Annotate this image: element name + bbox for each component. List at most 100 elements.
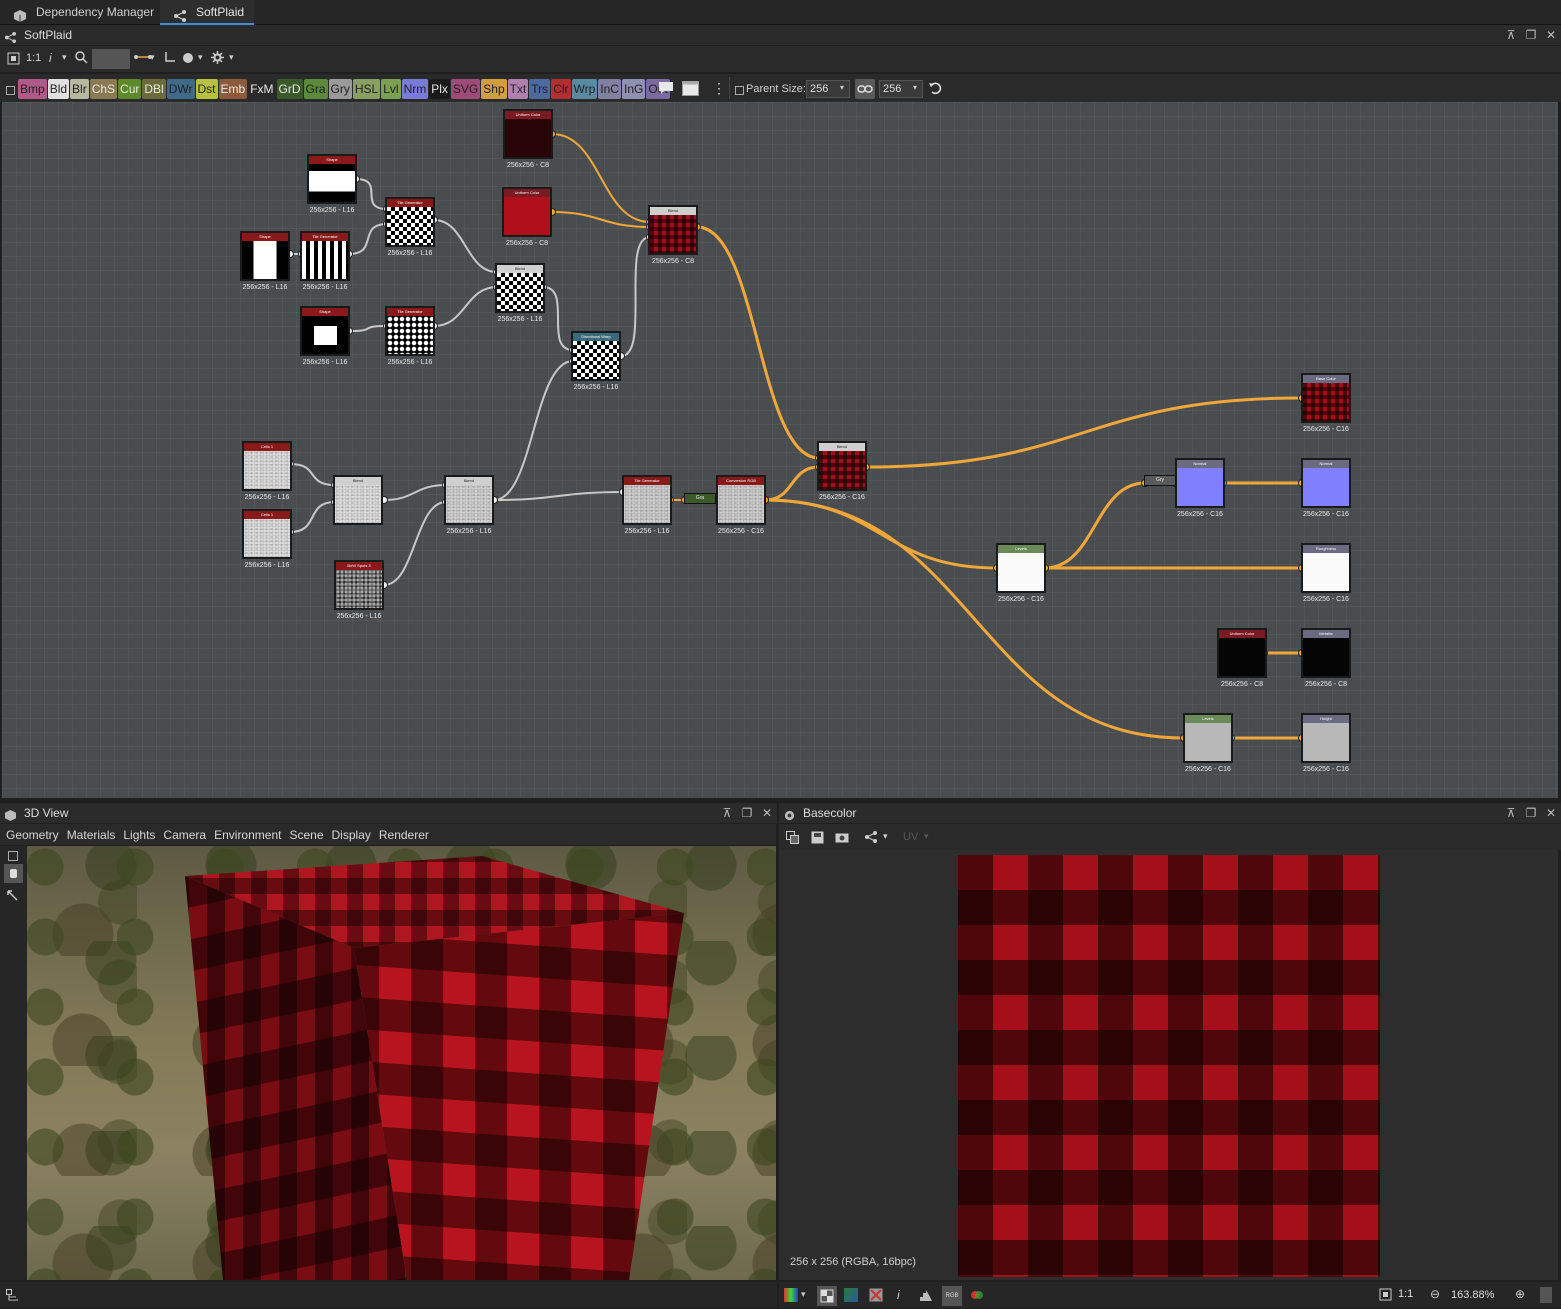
rotate-object-button[interactable] xyxy=(4,864,23,883)
more-options-icon[interactable]: ⋮ xyxy=(712,80,726,97)
corner-link-icon[interactable] xyxy=(164,51,176,66)
filter-chip-inc[interactable]: InC xyxy=(598,79,621,99)
graph-node-blend[interactable]: Blend xyxy=(333,475,383,525)
zoom-in-icon[interactable]: ⊕ xyxy=(1515,1287,1525,1301)
graph-node-gry[interactable]: Gry xyxy=(1144,475,1176,486)
graph-node-tile-generator[interactable]: Tile Generator xyxy=(622,475,672,525)
zoom-out-icon[interactable]: ⊖ xyxy=(1430,1287,1440,1301)
close-icon[interactable]: ✕ xyxy=(761,807,773,819)
graph-node-levels[interactable]: Levels xyxy=(996,543,1046,593)
filter-chip-cur[interactable]: Cur xyxy=(118,79,142,99)
chevron-down-icon[interactable]: ▾ xyxy=(150,52,155,63)
status-toggle[interactable] xyxy=(1540,1287,1552,1303)
filter-chip-trs[interactable]: Trs xyxy=(529,79,551,99)
2d-viewport[interactable]: 256 x 256 (RGBA, 16bpc) xyxy=(779,850,1558,1280)
graph-node-shape[interactable]: Shape xyxy=(300,306,350,356)
info-icon[interactable]: i xyxy=(897,1288,900,1302)
close-icon[interactable]: ✕ xyxy=(1545,807,1557,819)
graph-node-shape[interactable]: Shape xyxy=(240,231,290,281)
filter-chip-plx[interactable]: Plx xyxy=(429,79,450,99)
chevron-down-icon[interactable]: ▾ xyxy=(229,52,234,63)
zoom-ratio-button[interactable]: 1:1 xyxy=(1398,1288,1413,1300)
graph-node-blend[interactable]: Blend xyxy=(444,475,494,525)
graph-node-cells-1[interactable]: Cells 1 xyxy=(242,441,292,491)
graph-node-conversion-rgb[interactable]: Conversion RGB xyxy=(716,475,766,525)
frame-icon[interactable] xyxy=(682,81,699,99)
pin-icon[interactable]: ⊼ xyxy=(1505,807,1517,819)
filter-chip-ing[interactable]: InG xyxy=(621,79,646,99)
chevron-down-icon[interactable]: ▾ xyxy=(883,831,888,842)
filter-chip-grd[interactable]: GrD xyxy=(276,79,303,99)
rgb-toggle[interactable]: RGB xyxy=(942,1286,962,1306)
menu-display[interactable]: Display xyxy=(332,828,371,842)
graph-node-roughness[interactable]: Roughness xyxy=(1301,543,1351,593)
float-window-icon[interactable]: ❐ xyxy=(1525,807,1537,819)
graph-node-directional-warp[interactable]: Directional Warp xyxy=(571,331,621,381)
layout-toggle-button[interactable] xyxy=(92,49,130,69)
link-size-toggle[interactable] xyxy=(855,79,875,99)
filter-chip-wrp[interactable]: Wrp xyxy=(571,79,598,99)
tiling-icon[interactable] xyxy=(844,1288,858,1302)
timer-icon[interactable] xyxy=(182,51,194,66)
alpha-toggle[interactable] xyxy=(817,1286,837,1306)
filter-menu-icon[interactable] xyxy=(6,84,15,98)
filter-chip-emb[interactable]: Emb xyxy=(218,79,248,99)
chevron-down-icon[interactable]: ▾ xyxy=(62,52,67,63)
popout-icon[interactable] xyxy=(8,850,18,864)
menu-geometry[interactable]: Geometry xyxy=(6,828,59,842)
filter-chip-gry[interactable]: Gry xyxy=(328,79,352,99)
copy-image-icon[interactable] xyxy=(786,831,799,847)
filter-chip-dst[interactable]: Dst xyxy=(195,79,218,99)
close-icon[interactable]: ✕ xyxy=(1545,29,1557,41)
graph-node-uniform-color[interactable]: Uniform Color xyxy=(1217,628,1267,678)
search-icon[interactable] xyxy=(75,51,88,67)
filter-chip-dbl[interactable]: DBl xyxy=(142,79,166,99)
width-select[interactable]: 256 ▾ xyxy=(806,80,850,98)
graph-node-normal[interactable]: Normal xyxy=(1301,458,1351,508)
node-graph-canvas[interactable]: Uniform Color 256x256 - C8 Uniform Color 25… xyxy=(2,102,1558,798)
filter-chip-chs[interactable]: ChS xyxy=(89,79,118,99)
menu-materials[interactable]: Materials xyxy=(67,828,116,842)
graph-icon[interactable] xyxy=(865,831,877,846)
comment-icon[interactable] xyxy=(658,81,674,98)
filter-chip-dwr[interactable]: DWr xyxy=(166,79,195,99)
tab-dependency-manager[interactable]: Dependency Manager xyxy=(0,0,160,25)
graph-node-levels[interactable]: Levels xyxy=(1183,713,1233,763)
filter-chip-bmp[interactable]: Bmp xyxy=(18,79,47,99)
pin-icon[interactable]: ⊼ xyxy=(721,807,733,819)
chevron-down-icon[interactable]: ▾ xyxy=(198,52,203,63)
chevron-down-icon[interactable]: ▾ xyxy=(801,1289,806,1300)
gear-icon[interactable] xyxy=(211,51,224,67)
menu-camera[interactable]: Camera xyxy=(163,828,206,842)
histogram-icon[interactable] xyxy=(919,1288,933,1305)
fit-view-icon[interactable] xyxy=(7,52,20,68)
graph-node-blend[interactable]: Blend xyxy=(817,441,867,491)
graph-node-gra[interactable]: Gra xyxy=(684,493,716,504)
graph-node-blend[interactable]: Blend xyxy=(495,263,545,313)
filter-chip-bld[interactable]: Bld xyxy=(47,79,70,99)
filter-chip-blr[interactable]: Blr xyxy=(70,79,89,99)
chevron-down-icon[interactable]: ▾ xyxy=(924,831,929,842)
filter-chip-hsl[interactable]: HSL xyxy=(352,79,381,99)
menu-lights[interactable]: Lights xyxy=(123,828,155,842)
float-window-icon[interactable]: ❐ xyxy=(741,807,753,819)
graph-node-shape[interactable]: Shape xyxy=(307,154,357,204)
graph-node-uniform-color[interactable]: Uniform Color xyxy=(503,109,553,159)
uv-dropdown[interactable]: UV xyxy=(903,831,918,843)
3d-viewport[interactable] xyxy=(27,846,776,1280)
tab-softplaid[interactable]: SoftPlaid xyxy=(160,0,254,25)
channels-icon[interactable] xyxy=(784,1288,798,1302)
graph-node-base-color[interactable]: Base Color xyxy=(1301,373,1351,423)
zoom-ratio-button[interactable]: 1:1 xyxy=(26,52,41,64)
camera-icon[interactable] xyxy=(835,831,849,846)
scene-tree-icon[interactable] xyxy=(6,1289,19,1305)
menu-scene[interactable]: Scene xyxy=(289,828,323,842)
light-move-icon[interactable] xyxy=(7,890,19,905)
pin-icon[interactable]: ⊼ xyxy=(1505,29,1517,41)
filter-chip-fxm[interactable]: FxM xyxy=(248,79,276,99)
graph-node-tile-generator[interactable]: Tile Generator xyxy=(385,306,435,356)
menu-environment[interactable]: Environment xyxy=(214,828,281,842)
undo-icon[interactable] xyxy=(928,81,942,98)
filter-chip-nrm[interactable]: Nrm xyxy=(401,79,429,99)
filter-chip-svg[interactable]: SVG xyxy=(450,79,481,99)
